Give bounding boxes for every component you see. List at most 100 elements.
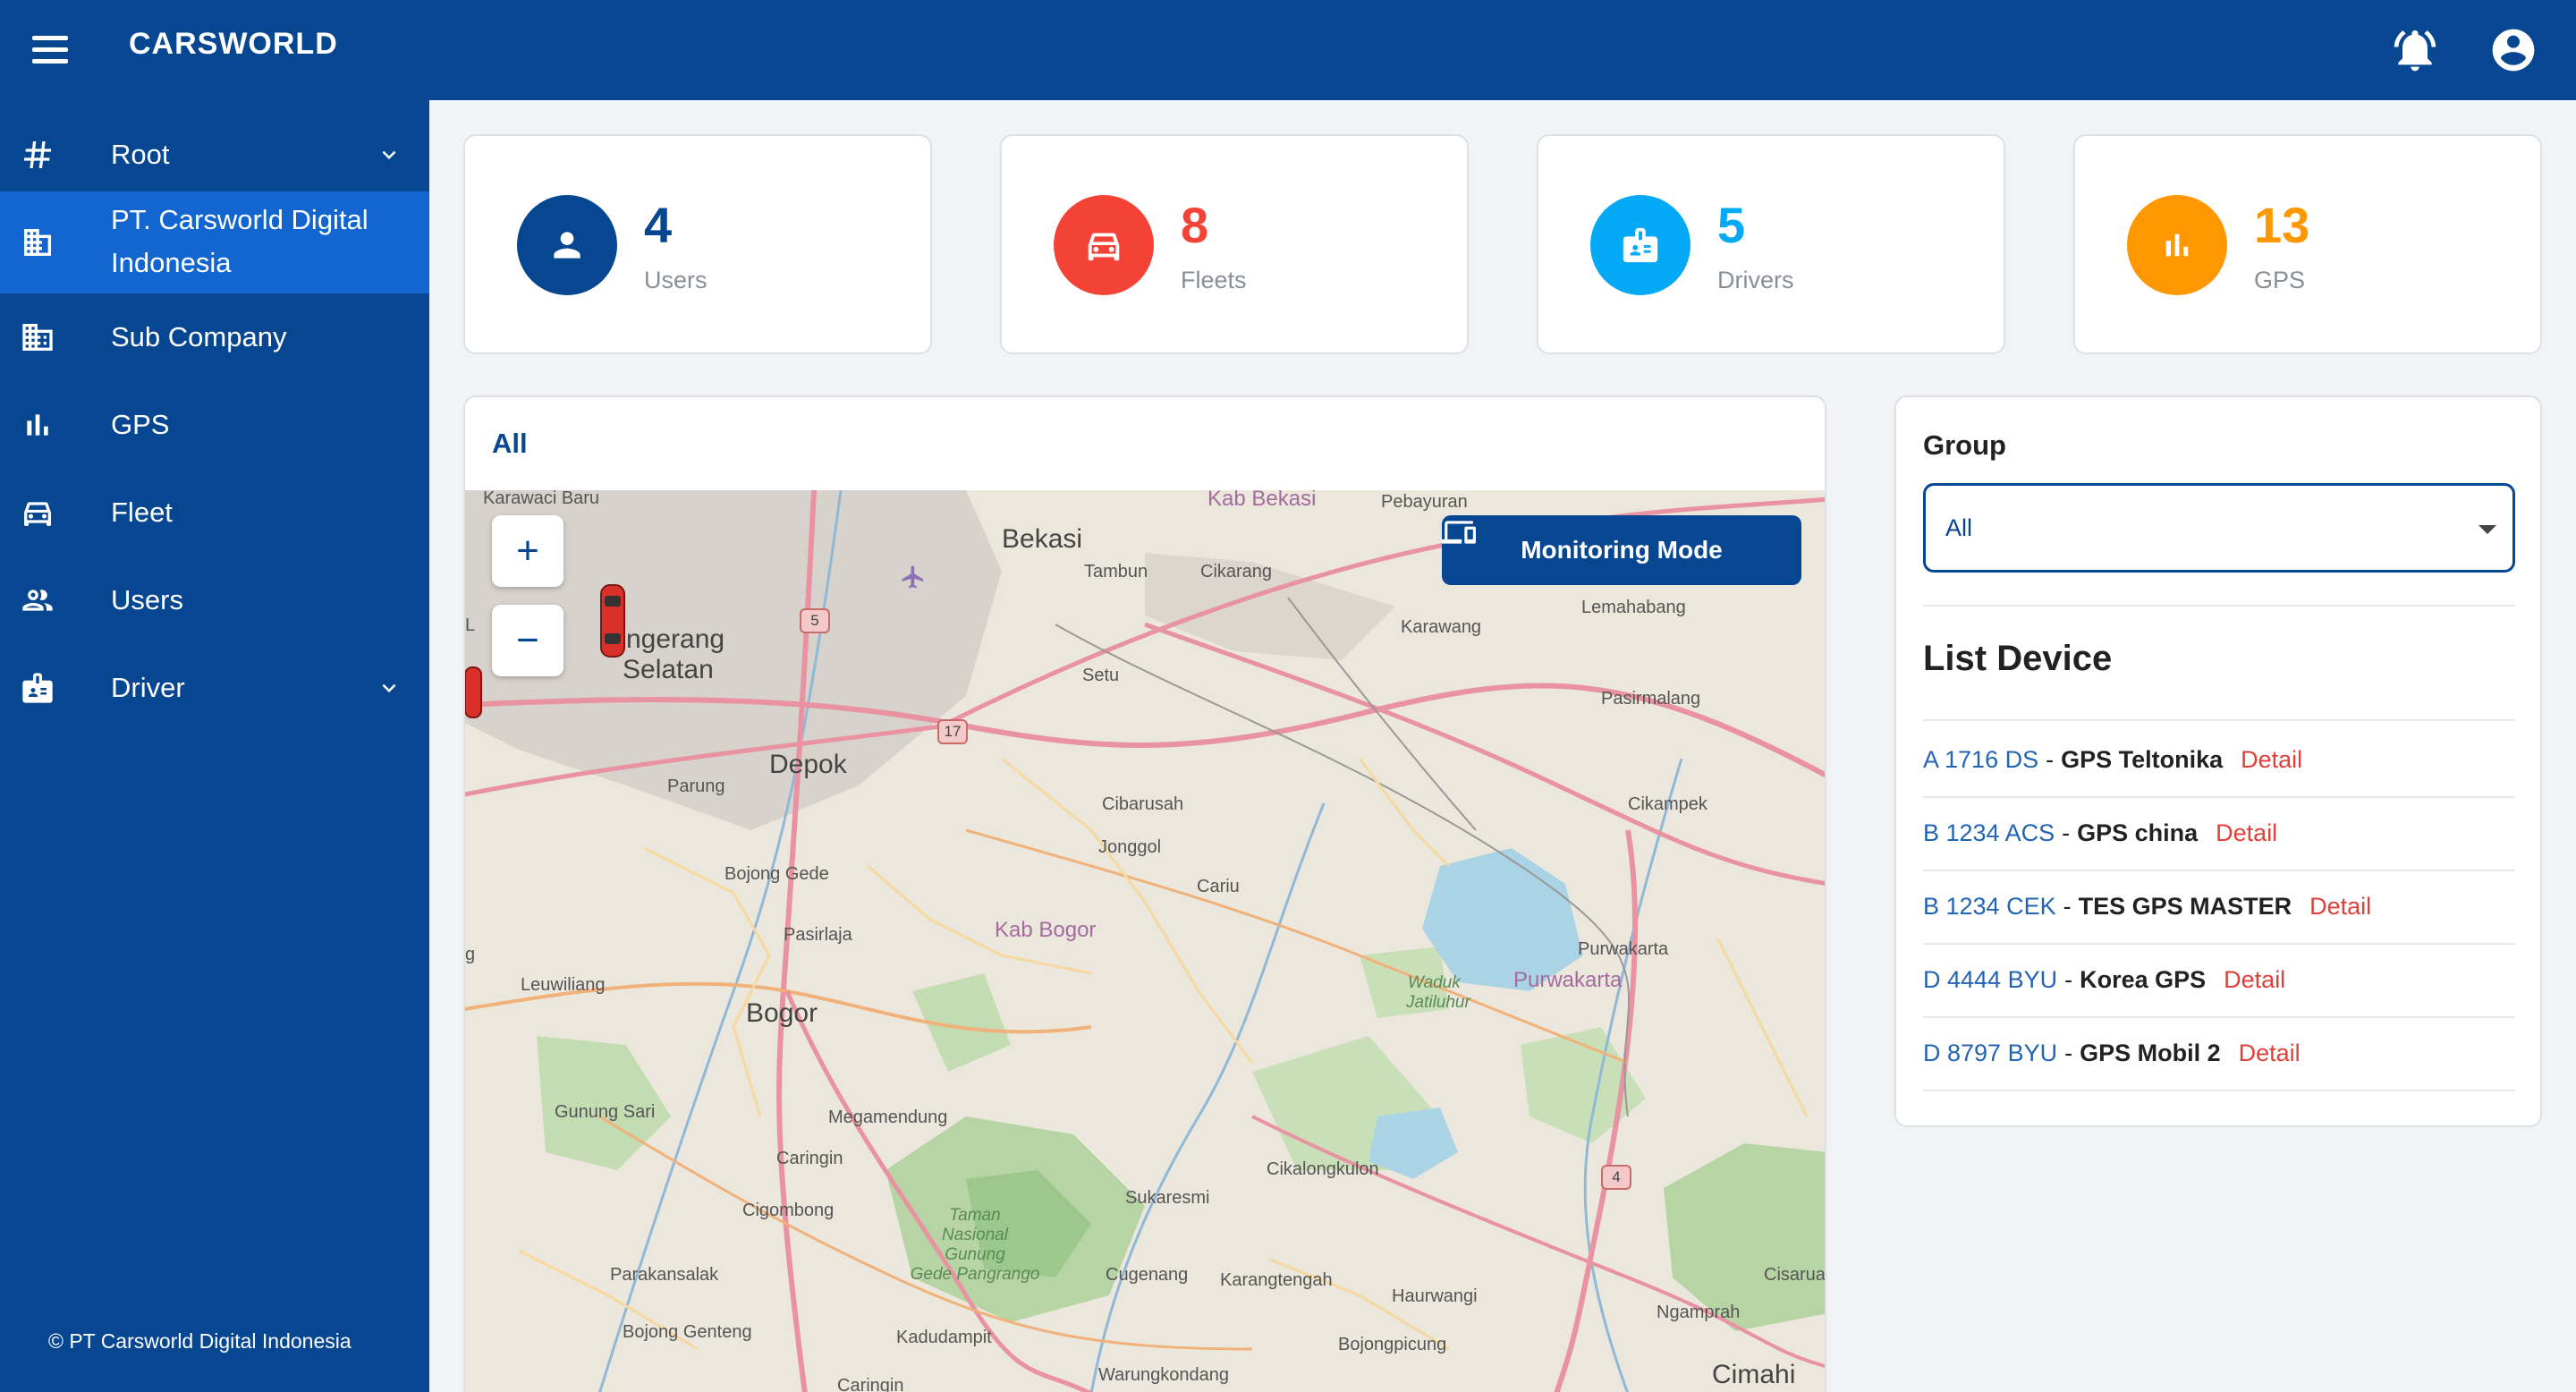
divider	[1923, 719, 2515, 721]
map-label: Ngamprah	[1657, 1303, 1741, 1322]
map-label: Parung	[667, 777, 725, 796]
device-name: GPS china	[2077, 819, 2199, 846]
office-building-icon	[24, 229, 51, 256]
hamburger-icon[interactable]	[32, 36, 68, 64]
device-detail-link[interactable]: Detail	[2239, 1040, 2301, 1067]
map-label: Pasirlaja	[784, 925, 852, 945]
device-row: B 1234 ACS - GPS china Detail	[1923, 796, 2515, 870]
stat-value: 5	[1717, 197, 1746, 253]
device-separator: -	[2064, 965, 2073, 993]
road-shield: 4	[1601, 1165, 1631, 1190]
zoom-in-button[interactable]: +	[492, 515, 564, 587]
car-icon	[1054, 195, 1154, 295]
device-separator: -	[2064, 1039, 2073, 1066]
map-label: Kab Bogor	[995, 918, 1097, 942]
map-label: Karawang	[1401, 617, 1482, 637]
map-label: Caringin	[776, 1149, 843, 1168]
map-label: Depok	[769, 750, 847, 779]
map-label: Karawaci Baru	[483, 490, 600, 508]
signal-bars-icon	[2127, 195, 2227, 295]
airport-icon	[902, 565, 924, 589]
map-label: Cikampek	[1628, 794, 1707, 814]
sidebar-item-sub-company[interactable]: Sub Company	[0, 293, 429, 381]
sidebar-item-label: Users	[111, 584, 183, 615]
map-label: Parakansalak	[610, 1265, 719, 1285]
map-label: Bekasi	[1002, 524, 1083, 554]
device-separator: -	[2063, 892, 2072, 920]
sidebar-item-company[interactable]: PT. Carsworld Digital Indonesia	[0, 191, 429, 293]
zoom-out-button[interactable]: −	[492, 605, 564, 676]
map-label: Bogor	[746, 998, 818, 1028]
map-label: Waduk	[1408, 973, 1461, 992]
sidebar-item-gps[interactable]: GPS	[0, 381, 429, 469]
device-list-card: Group All List Device A 1716 DS - GPS Te…	[1894, 395, 2542, 1127]
sidebar-item-label: GPS	[111, 409, 170, 440]
device-detail-link[interactable]: Detail	[2241, 746, 2302, 774]
sidebar: Root PT. Carsworld Digital Indonesia Sub…	[0, 100, 429, 1392]
map-label: Bojongpicung	[1338, 1335, 1447, 1354]
car-icon	[24, 502, 51, 526]
users-icon	[22, 590, 53, 611]
sidebar-item-label: Driver	[111, 672, 185, 703]
devices-icon	[1442, 521, 1476, 544]
device-plate: B 1234 ACS	[1923, 819, 2055, 846]
hash-icon	[24, 141, 51, 168]
map-label: Nasional	[942, 1226, 1008, 1244]
chevron-down-icon[interactable]	[376, 675, 402, 701]
map-label: L	[465, 615, 476, 635]
sidebar-item-label: PT. Carsworld Digital Indonesia	[111, 204, 369, 278]
device-name: Korea GPS	[2080, 965, 2207, 993]
stat-value: 8	[1181, 197, 1209, 253]
map-label: Warungkondang	[1098, 1365, 1230, 1385]
stat-value: 4	[644, 197, 673, 253]
device-plate: D 4444 BYU	[1923, 965, 2058, 993]
divider	[1923, 1090, 2515, 1091]
building-icon	[22, 324, 53, 351]
bell-icon[interactable]	[2390, 25, 2440, 75]
map-label: Setu	[1082, 666, 1120, 685]
map-label: Haurwangi	[1392, 1286, 1478, 1306]
sidebar-item-users[interactable]: Users	[0, 556, 429, 644]
map-label: ngerang	[626, 624, 725, 654]
map-label: Tambun	[1084, 562, 1148, 581]
device-separator: -	[2046, 745, 2055, 773]
map-label: Purwakarta	[1513, 968, 1623, 992]
device-name: TES GPS MASTER	[2078, 892, 2292, 920]
sidebar-item-fleet[interactable]: Fleet	[0, 469, 429, 556]
divider	[1923, 605, 2515, 607]
top-app-bar: CARSWORLD	[0, 0, 2576, 100]
road-shield: 5	[800, 608, 830, 633]
device-detail-link[interactable]: Detail	[2224, 966, 2285, 994]
map-label: Jatiluhur	[1406, 993, 1470, 1012]
map-label: Pebayuran	[1381, 492, 1468, 512]
map-label: Pasirmalang	[1601, 689, 1701, 709]
sidebar-item-driver[interactable]: Driver	[0, 644, 429, 732]
device-row: A 1716 DS - GPS Teltonika Detail	[1923, 723, 2515, 796]
chevron-down-icon[interactable]	[376, 141, 402, 168]
account-circle-icon[interactable]	[2488, 25, 2538, 75]
device-detail-link[interactable]: Detail	[2309, 893, 2371, 921]
device-name: GPS Mobil 2	[2080, 1039, 2221, 1066]
map-label: Kab Bekasi	[1208, 490, 1317, 511]
stat-value: 13	[2254, 197, 2310, 253]
device-name: GPS Teltonika	[2061, 745, 2224, 773]
map-view[interactable]: Karawaci Baru Kab Bekasi Pebayuran Bekas…	[465, 490, 1826, 1392]
map-label: g	[465, 945, 476, 964]
stat-label: GPS	[2254, 267, 2306, 293]
map-label: Cigombong	[742, 1201, 835, 1220]
device-detail-link[interactable]: Detail	[2216, 819, 2277, 847]
vehicle-marker[interactable]	[599, 583, 626, 658]
map-group-header: All	[492, 428, 528, 459]
map-label: Leuwiliang	[521, 975, 606, 995]
monitoring-mode-button[interactable]: Monitoring Mode	[1442, 515, 1801, 585]
signal-bars-icon	[27, 414, 48, 436]
map-label: Lemahabang	[1581, 598, 1686, 617]
map-label: Megamendung	[828, 1108, 948, 1127]
stat-card-drivers: 5 Drivers	[1537, 134, 2005, 354]
sidebar-item-root[interactable]: Root	[0, 118, 429, 191]
map-label: Cisarua	[1764, 1265, 1826, 1285]
group-select-value: All	[1945, 514, 1973, 541]
vehicle-marker[interactable]	[465, 666, 483, 719]
group-select[interactable]: All	[1923, 483, 2515, 573]
device-plate: B 1234 CEK	[1923, 892, 2056, 920]
